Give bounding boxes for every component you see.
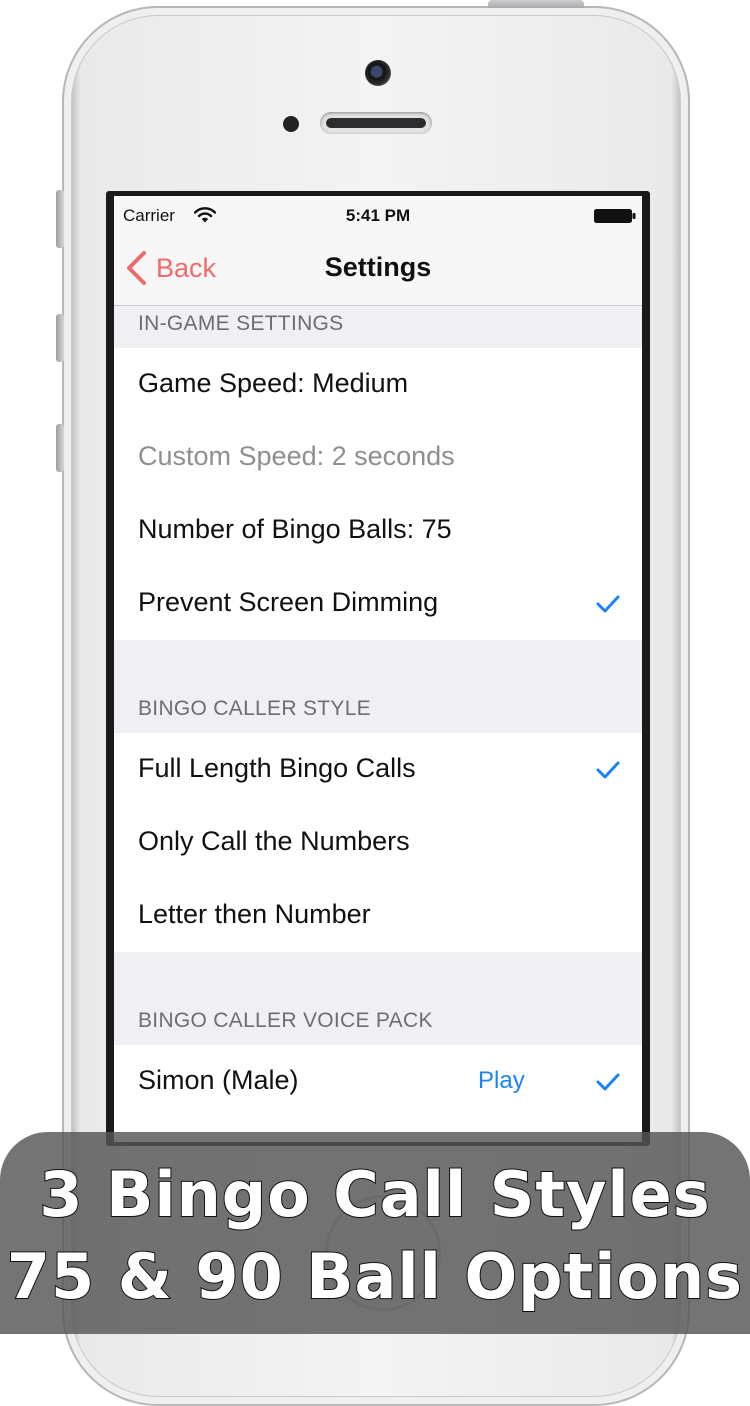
battery-icon xyxy=(594,209,636,223)
promo-banner: 3 Bingo Call Styles 75 & 90 Ball Options xyxy=(0,1132,750,1334)
checkmark-icon xyxy=(596,595,620,613)
voice-row-simon[interactable]: Simon (Male) Play xyxy=(114,1045,642,1118)
front-camera xyxy=(365,60,391,86)
setting-row-game-speed[interactable]: Game Speed: Medium xyxy=(114,348,642,421)
volume-down-button xyxy=(56,424,64,472)
row-label: Prevent Screen Dimming xyxy=(138,587,439,617)
setting-row-letter-then-number[interactable]: Letter then Number xyxy=(114,879,642,952)
setting-row-number-of-balls[interactable]: Number of Bingo Balls: 75 xyxy=(114,494,642,567)
status-bar: Carrier 5:41 PM xyxy=(114,196,642,234)
section-header-label: BINGO CALLER VOICE PACK xyxy=(138,1009,433,1032)
page-title: Settings xyxy=(324,252,432,282)
row-label: Number of Bingo Balls: 75 xyxy=(138,514,452,544)
setting-row-only-numbers[interactable]: Only Call the Numbers xyxy=(114,806,642,879)
checkmark-icon xyxy=(596,761,620,779)
app-screen: Carrier 5:41 PM Back Settings IN-GAME SE… xyxy=(114,196,642,1142)
section-header-voice-pack: BINGO CALLER VOICE PACK xyxy=(114,952,642,1045)
section-header-label: BINGO CALLER STYLE xyxy=(138,697,371,720)
section-header-in-game: IN-GAME SETTINGS xyxy=(114,306,642,348)
section-header-caller-style: BINGO CALLER STYLE xyxy=(114,640,642,733)
setting-row-prevent-dimming[interactable]: Prevent Screen Dimming xyxy=(114,567,642,640)
banner-line-2: 75 & 90 Ball Options xyxy=(6,1239,744,1314)
volume-up-button xyxy=(56,314,64,362)
row-label: Full Length Bingo Calls xyxy=(138,753,416,783)
mute-switch xyxy=(56,190,64,248)
row-label: Letter then Number xyxy=(138,899,371,929)
earpiece-speaker xyxy=(320,112,432,134)
banner-line-1: 3 Bingo Call Styles xyxy=(38,1157,711,1232)
play-button[interactable]: Play xyxy=(478,1067,525,1095)
setting-row-full-length-calls[interactable]: Full Length Bingo Calls xyxy=(114,733,642,806)
power-button xyxy=(488,0,584,8)
setting-row-custom-speed[interactable]: Custom Speed: 2 seconds xyxy=(114,421,642,494)
checkmark-icon xyxy=(596,1073,620,1091)
section-header-label: IN-GAME SETTINGS xyxy=(138,312,344,335)
navigation-bar: Back Settings xyxy=(114,234,642,306)
row-label: Game Speed: Medium xyxy=(138,368,409,398)
row-label: Custom Speed: 2 seconds xyxy=(138,441,455,471)
clock: 5:41 PM xyxy=(345,206,411,225)
proximity-sensor xyxy=(283,116,299,132)
row-label: Only Call the Numbers xyxy=(138,826,410,856)
row-label: Simon (Male) xyxy=(138,1065,299,1095)
